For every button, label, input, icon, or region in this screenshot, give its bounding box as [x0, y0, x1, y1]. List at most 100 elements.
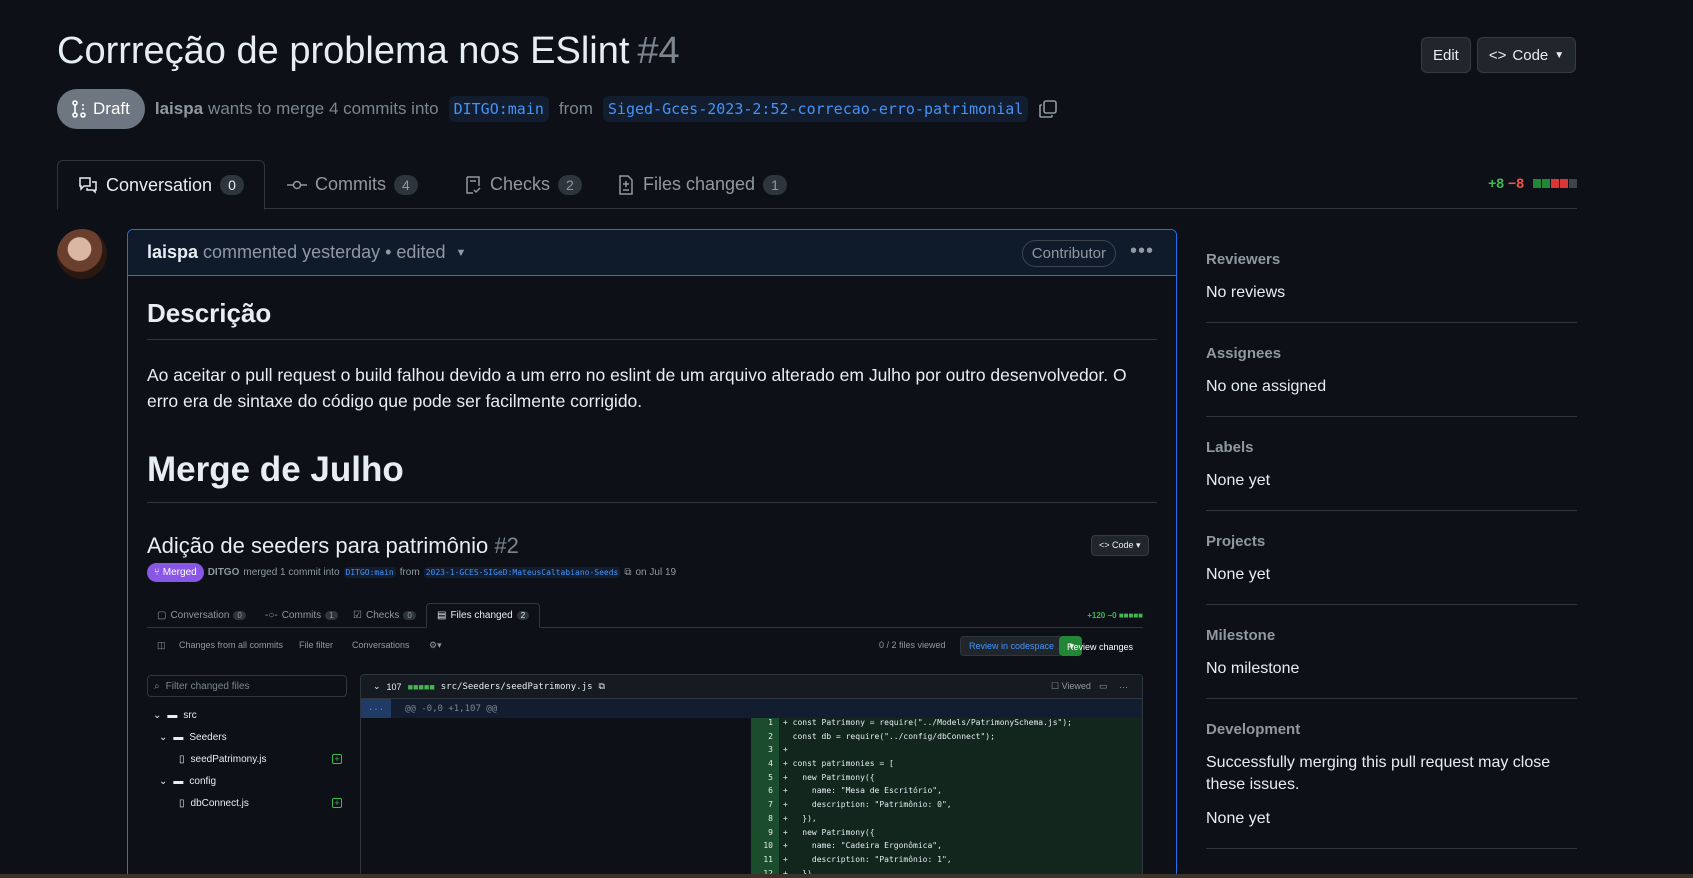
line-code: + }),	[779, 813, 1142, 828]
tree-item-seeders: ⌄ ▬ Seeders	[147, 726, 347, 748]
line-number: 2	[751, 731, 779, 746]
line-number: 11	[751, 854, 779, 869]
tree-item-seedpatrimony: ▯ seedPatrimony.js +	[147, 748, 347, 770]
embedded-viewed: ☐ Viewed	[1051, 681, 1091, 691]
code-line: 6 + name: "Mesa de Escritório",	[751, 786, 1142, 801]
page-title: Corrreção de problema nos ESlint #4	[57, 30, 680, 73]
tab-checks-count: 2	[558, 174, 582, 195]
embedded-expand-dots: ...	[361, 699, 391, 718]
code-line: 2 const db = require("../config/dbConnec…	[751, 731, 1142, 746]
sidebar-section-assignees: Assignees No one assigned	[1206, 323, 1577, 417]
taskbar-strip	[0, 874, 1693, 878]
sidebar-heading[interactable]: Reviewers	[1206, 251, 1577, 268]
header-actions: Edit <> Code ▼	[1421, 37, 1577, 73]
sidebar-value: None yet	[1206, 566, 1271, 583]
embedded-hunk-label: @@ -0,0 +1,107 @@	[405, 703, 498, 714]
line-number: 3	[751, 745, 779, 760]
sidebar-value: No one assigned	[1206, 378, 1327, 395]
kebab-horizontal-icon[interactable]: •••	[1130, 240, 1154, 263]
embedded-checklist-icon: ☑	[353, 610, 362, 621]
embedded-tabs: ▢ Conversation 0 -○- Commits 1 ☑ Checks 0 ▤ Fil…	[147, 603, 1143, 628]
embedded-viewed-label: Viewed	[1061, 681, 1091, 691]
embedded-screenshot: Adição de seeders para patrimônio #2 <> …	[147, 523, 1157, 878]
tab-files-changed-count: 1	[763, 174, 787, 195]
heading-descricao: Descrição	[147, 298, 1157, 340]
comment-body: Descrição Ao aceitar o pull request o bu…	[128, 276, 1176, 878]
code-line: 9 + new Patrimony({	[751, 827, 1142, 842]
sidebar-value: No milestone	[1206, 660, 1300, 677]
embedded-diff-path: src/Seeders/seedPatrimony.js	[440, 681, 593, 692]
embedded-gear-icon: ⚙▾	[429, 640, 442, 650]
embedded-hunk: ... @@ -0,0 +1,107 @@	[361, 699, 1142, 718]
embedded-changes-from: Changes from all commits	[179, 640, 284, 650]
sidebar-heading[interactable]: Assignees	[1206, 345, 1577, 362]
embedded-file-filter: File filter	[299, 640, 334, 650]
embedded-merged-badge: ⑂ Merged	[147, 563, 204, 582]
sidebar: Reviewers No reviews Assignees No one assig…	[1206, 229, 1577, 849]
copy-icon[interactable]	[1038, 99, 1058, 119]
tree-item-config: ⌄ ▬ config	[147, 770, 347, 792]
diffstat: +8 −8	[1488, 175, 1577, 191]
sidebar-value: Successfully merging this pull request m…	[1206, 754, 1551, 793]
embedded-comment-icon: ▢	[157, 610, 167, 621]
embedded-tab-label: Files changed	[450, 610, 513, 621]
tab-conversation[interactable]: Conversation 0	[57, 160, 265, 210]
pr-tabs: Conversation 0 Commits 4 Checks 2 Files …	[57, 160, 1577, 210]
sidebar-heading[interactable]: Projects	[1206, 533, 1577, 550]
tab-commits-count: 4	[394, 174, 418, 195]
embedded-review-changes-button: Review changes ▾	[1059, 636, 1133, 656]
comment-action[interactable]: commented yesterday • edited	[203, 242, 445, 263]
line-number: 4	[751, 759, 779, 773]
merge-text: wants to merge 4 commits into	[208, 99, 439, 118]
embedded-toolbar: ◫ Changes from all commits File filter C…	[147, 634, 1143, 658]
diffstat-additions: +8	[1488, 175, 1505, 191]
embedded-diff-count: 107	[386, 681, 402, 692]
comment-author[interactable]: laispa	[147, 242, 198, 263]
tab-files-changed[interactable]: Files changed 1	[597, 160, 807, 209]
chevron-icon: ⌄	[153, 709, 162, 721]
line-number: 1	[751, 718, 779, 732]
sidebar-section-milestone: Milestone No milestone	[1206, 605, 1577, 699]
base-branch[interactable]: DITGO:main	[448, 96, 549, 122]
line-code: + new Patrimony({	[779, 827, 1142, 842]
embedded-title-text: Adição de seeders para patrimônio	[147, 533, 489, 558]
avatar[interactable]	[57, 229, 107, 279]
chevron-icon: ⌄	[373, 681, 381, 691]
sidebar-value: None yet	[1206, 472, 1271, 489]
embedded-review-codespace-button: Review in codespace	[960, 636, 1064, 656]
embedded-tab-conversation: ▢ Conversation 0	[147, 603, 256, 628]
pull-request-page: Corrreção de problema nos ESlint #4 Edit …	[0, 0, 1693, 878]
code-button-label: Code	[1512, 46, 1549, 64]
embedded-tab-label: Commits	[281, 610, 322, 621]
chevron-down-icon[interactable]: ▼	[455, 247, 466, 259]
checklist-icon	[466, 175, 481, 194]
embedded-from: from	[399, 567, 420, 578]
line-number: 10	[751, 841, 779, 855]
embedded-filter-input: ⌕ Filter changed files	[147, 675, 347, 697]
line-number: 9	[751, 827, 779, 842]
line-code: const db = require("../config/dbConnect"…	[779, 731, 1142, 746]
sidebar-heading[interactable]: Milestone	[1206, 627, 1577, 644]
embedded-tab-label: Conversation	[170, 610, 230, 621]
git-pull-request-draft-icon	[72, 100, 86, 118]
line-code: + const patrimonies = [	[779, 759, 1142, 773]
pr-meta: Draft laispa wants to merge 4 commits in…	[57, 89, 1058, 129]
embedded-diffstat-bar: ■■■■■	[1118, 611, 1143, 620]
embedded-file-diff-icon: ▤	[437, 610, 447, 621]
code-icon: <>	[1488, 46, 1507, 64]
embedded-comment-icon: ▭	[1099, 681, 1108, 691]
tab-checks[interactable]: Checks 2	[444, 160, 602, 209]
chevron-icon: ⌄	[159, 731, 168, 743]
author-link[interactable]: laispa	[155, 99, 203, 119]
code-button[interactable]: <> Code ▼	[1476, 37, 1577, 73]
diffstat-deletions: −8	[1508, 175, 1524, 191]
tab-commits[interactable]: Commits 4	[267, 160, 438, 209]
sidebar-heading[interactable]: Development	[1206, 721, 1577, 738]
sidebar-heading[interactable]: Labels	[1206, 439, 1577, 456]
code-line: 1 + const Patrimony = require("../Models/…	[751, 718, 1142, 732]
head-branch[interactable]: Siged-Gces-2023-2:52-correcao-erro-patri…	[602, 96, 1029, 122]
caret-down-icon: ▼	[1554, 49, 1565, 61]
pr-title-text: Corrreção de problema nos ESlint	[57, 30, 630, 72]
sidebar-section-development: Development Successfully merging this pul…	[1206, 699, 1577, 849]
edit-button[interactable]: Edit	[1421, 37, 1471, 73]
